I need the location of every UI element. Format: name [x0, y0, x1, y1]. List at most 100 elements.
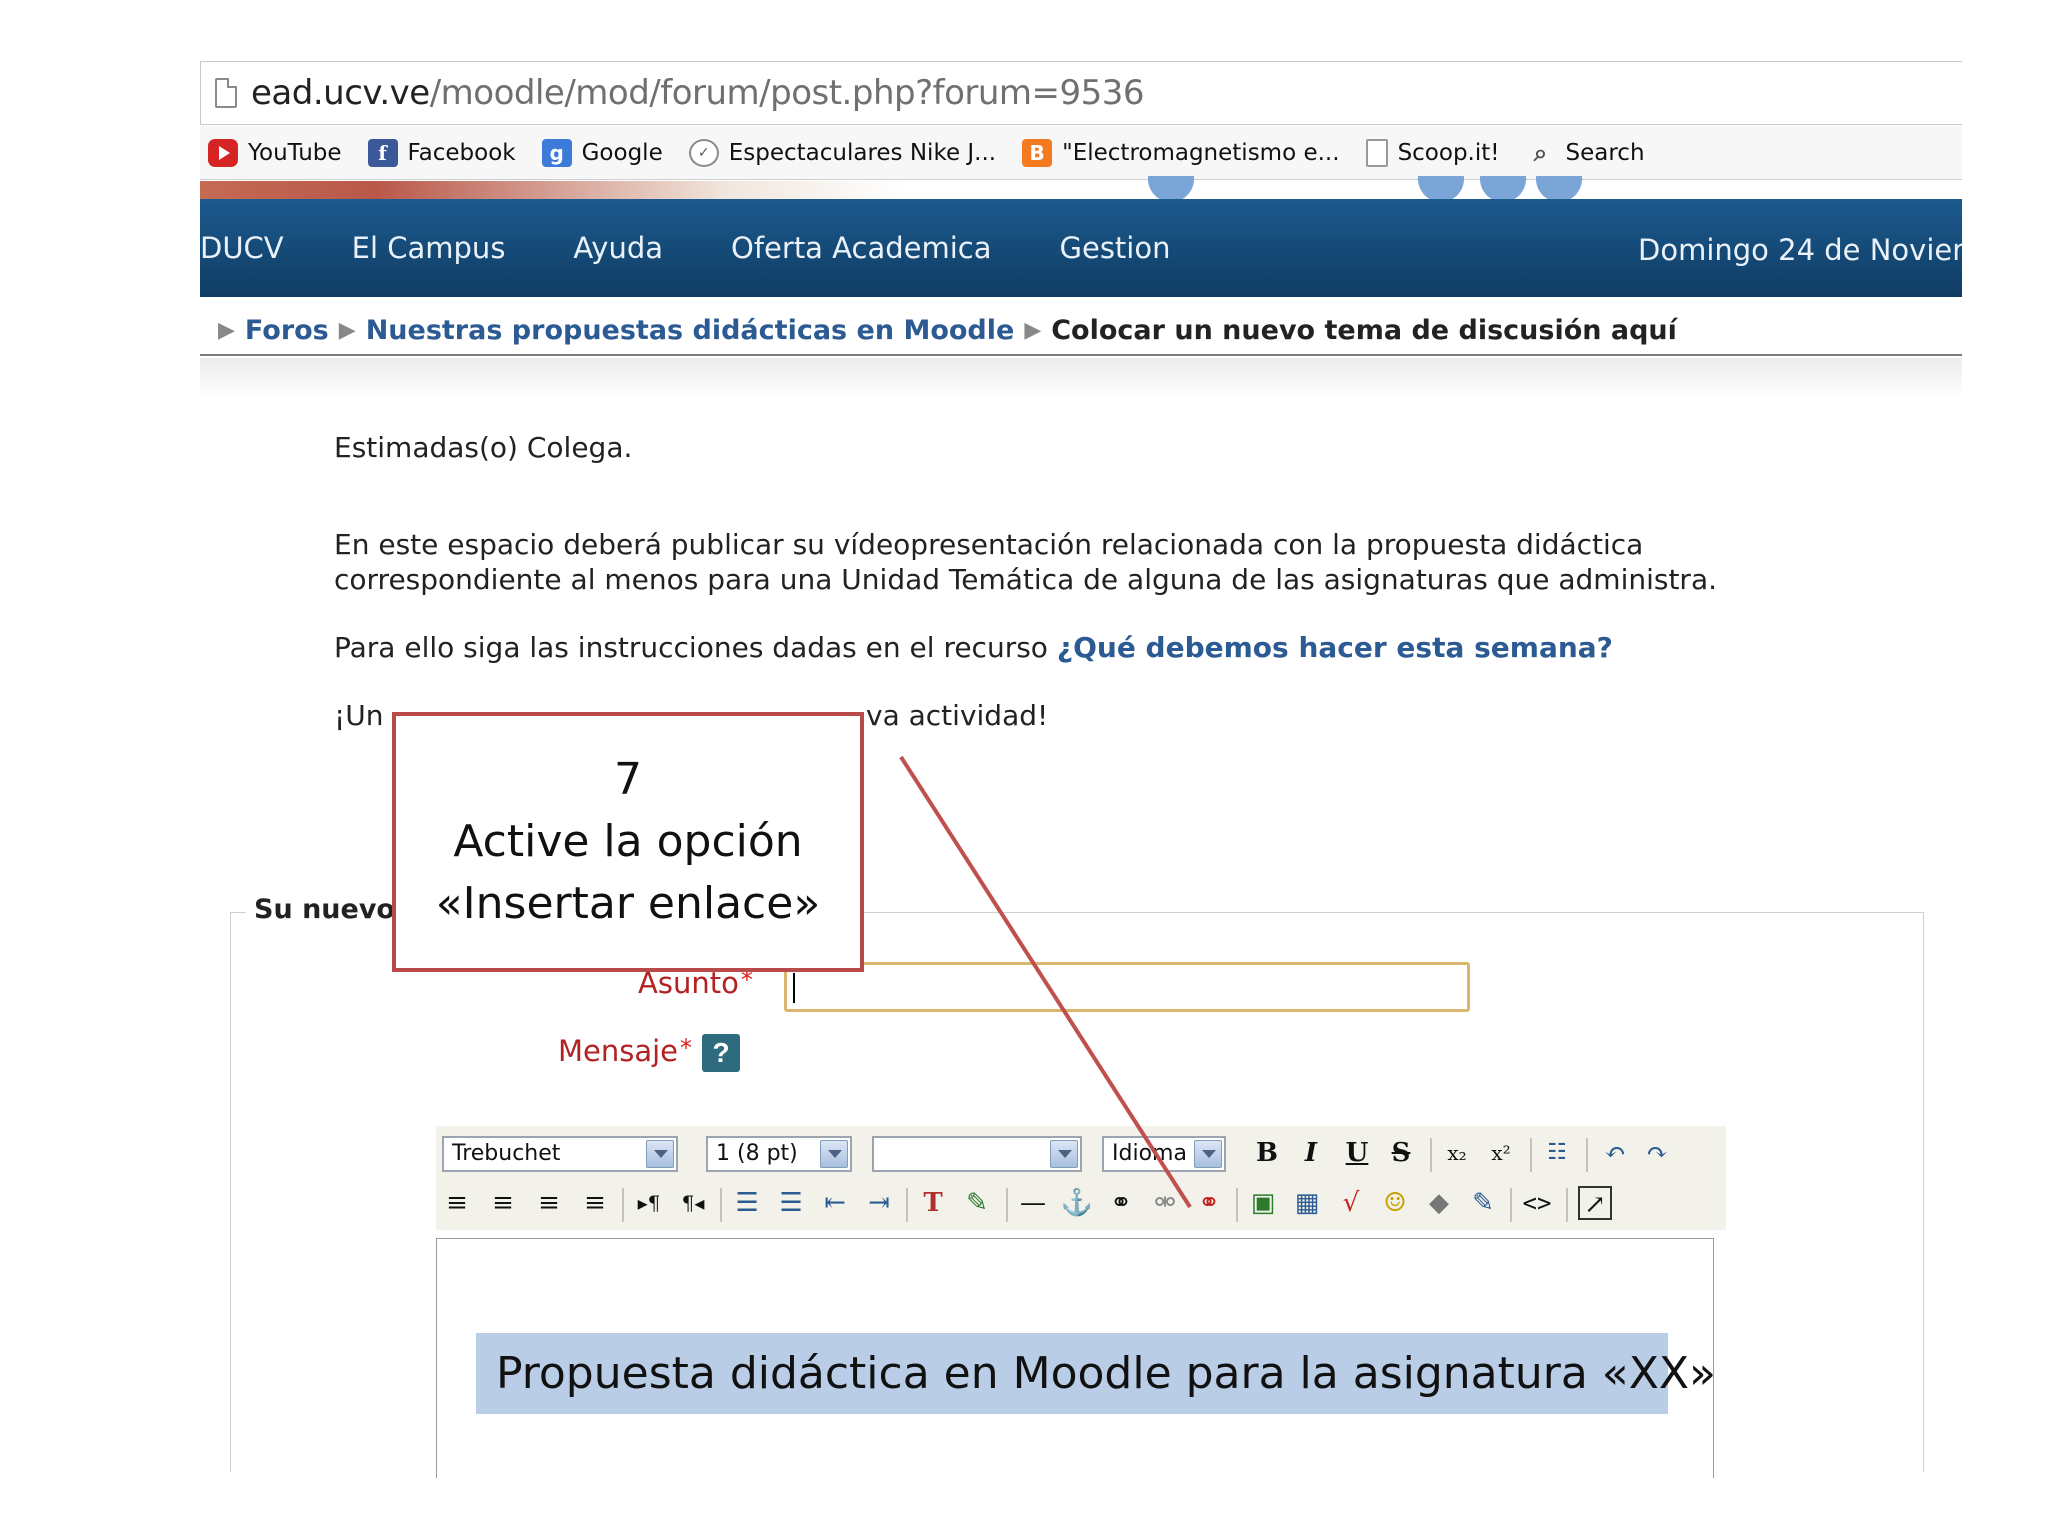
bold-button[interactable]: B: [1250, 1136, 1284, 1170]
nav-item-oferta-academica[interactable]: Oferta Academica: [731, 231, 991, 265]
italic-button[interactable]: I: [1294, 1136, 1328, 1170]
address-bar[interactable]: ead.ucv.ve/moodle/mod/forum/post.php?for…: [200, 61, 1962, 125]
fieldset-legend: Su nuevo: [246, 894, 403, 925]
breadcrumb-current: Colocar un nuevo tema de discusión aquí: [1051, 314, 1677, 346]
subscript-icon[interactable]: x₂: [1440, 1136, 1474, 1170]
nav-item-gestion[interactable]: Gestion: [1060, 231, 1171, 265]
indent-icon[interactable]: ⇥: [862, 1186, 896, 1220]
breadcrumb-forum[interactable]: Nuestras propuestas didácticas en Moodle: [366, 315, 1015, 346]
html-source-icon[interactable]: <>: [1520, 1186, 1554, 1220]
current-date: Domingo 24 de Noviemb: [1638, 233, 1962, 267]
bookmark-youtube[interactable]: YouTube: [208, 138, 342, 167]
font-family-value: Trebuchet: [452, 1141, 561, 1166]
language-select[interactable]: Idioma: [1102, 1136, 1226, 1172]
subject-input[interactable]: [784, 962, 1470, 1012]
remove-link-icon[interactable]: ⚮: [1148, 1186, 1182, 1220]
toolbar-separator: [1430, 1138, 1432, 1172]
toolbar-separator: [906, 1188, 908, 1222]
instructions-link[interactable]: ¿Qué debemos hacer esta semana?: [1057, 631, 1613, 664]
chevron-down-icon: [1050, 1140, 1078, 1168]
font-size-value: 1 (8 pt): [716, 1141, 798, 1166]
nav-item-educv[interactable]: DUCV: [200, 231, 284, 265]
message-label-text: Mensaje: [558, 1034, 679, 1068]
chevron-down-icon: [820, 1140, 848, 1168]
bookmarks-bar: YouTube f Facebook g Google ✓ Espectaculare…: [200, 126, 1962, 180]
search-icon: ⌕: [1533, 138, 1548, 167]
strikethrough-button[interactable]: S: [1384, 1136, 1418, 1170]
intro-paragraph-line1: En este espacio deberá publicar su vídeo…: [334, 528, 1644, 561]
toolbar-separator: [1586, 1138, 1588, 1172]
bookmark-search[interactable]: ⌕ Search: [1526, 139, 1645, 167]
breadcrumb-arrow-icon: ▶: [218, 317, 235, 343]
page-icon: [215, 78, 237, 108]
outdent-icon[interactable]: ⇤: [818, 1186, 852, 1220]
smiley-icon[interactable]: ☺: [1378, 1186, 1412, 1220]
nike-icon: ✓: [688, 138, 719, 167]
superscript-icon[interactable]: x²: [1484, 1136, 1518, 1170]
intro-instructions: Para ello siga las instrucciones dadas e…: [334, 630, 1613, 665]
nav-item-ayuda[interactable]: Ayuda: [573, 231, 663, 265]
toolbar-separator: [1566, 1188, 1568, 1222]
font-size-select[interactable]: 1 (8 pt): [706, 1136, 852, 1172]
toolbar-separator: [1530, 1138, 1532, 1172]
background-color-icon[interactable]: ✎: [960, 1186, 994, 1220]
underline-button[interactable]: U: [1340, 1136, 1374, 1170]
align-right-icon[interactable]: ≡: [532, 1186, 566, 1220]
bookmark-label: YouTube: [248, 139, 342, 166]
breadcrumb-arrow-icon: ▶: [1024, 317, 1042, 343]
editor-toolbar: Trebuchet 1 (8 pt) Idioma B I U S x₂ x² …: [436, 1126, 1726, 1230]
insert-link-icon[interactable]: ⚭: [1104, 1186, 1138, 1220]
instructions-text: Para ello siga las instrucciones dadas e…: [334, 631, 1057, 664]
nolink-icon[interactable]: ⚭: [1192, 1186, 1226, 1220]
breadcrumb-shadow: [200, 358, 1962, 398]
bookmark-label: Facebook: [407, 139, 516, 166]
undo-icon[interactable]: ↶: [1598, 1136, 1632, 1170]
google-icon: g: [541, 138, 572, 167]
text-color-icon[interactable]: T: [916, 1186, 950, 1220]
bookmark-facebook[interactable]: f Facebook: [367, 138, 516, 167]
bookmark-google[interactable]: g Google: [541, 138, 663, 167]
url-domain: ead.ucv.ve: [251, 73, 430, 113]
toolbar-separator: [1510, 1188, 1512, 1222]
url-path: /moodle/mod/forum/post.php?forum=9536: [429, 73, 1145, 113]
search-replace-icon[interactable]: ✎: [1466, 1186, 1500, 1220]
intro-greeting: Estimadas(o) Colega.: [334, 431, 633, 464]
ordered-list-icon[interactable]: ☰: [730, 1186, 764, 1220]
anchor-icon[interactable]: ⚓: [1060, 1186, 1094, 1220]
callout-line2: «Insertar enlace»: [435, 878, 821, 929]
align-center-icon[interactable]: ≡: [486, 1186, 520, 1220]
toolbar-separator: [622, 1188, 624, 1222]
breadcrumb-foros[interactable]: Foros: [245, 315, 329, 346]
font-family-select[interactable]: Trebuchet: [442, 1136, 678, 1172]
ltr-icon[interactable]: ▸¶: [632, 1186, 666, 1220]
insert-table-icon[interactable]: ▦: [1290, 1186, 1324, 1220]
breadcrumb: ▶ Foros ▶ Nuestras propuestas didácticas…: [200, 306, 1962, 356]
help-icon[interactable]: ?: [702, 1034, 740, 1072]
intro-closing-end: va actividad!: [866, 699, 1049, 732]
insert-image-icon[interactable]: ▣: [1246, 1186, 1280, 1220]
bookmark-label: Google: [581, 139, 663, 166]
fullscreen-icon[interactable]: ↗: [1578, 1186, 1612, 1220]
callout-box: 7 Active la opción «Insertar enlace»: [392, 712, 864, 972]
bookmark-electromagnetismo[interactable]: B "Electromagnetismo e...: [1022, 138, 1340, 167]
callout-step: 7: [614, 754, 642, 805]
unordered-list-icon[interactable]: ☰: [774, 1186, 808, 1220]
rtl-icon[interactable]: ¶◂: [676, 1186, 710, 1220]
bookmark-label: Search: [1565, 139, 1645, 166]
bookmark-label: Scoop.it!: [1397, 139, 1500, 166]
special-char-icon[interactable]: ◆: [1422, 1186, 1456, 1220]
callout-line1: Active la opción: [453, 816, 803, 867]
nav-item-el-campus[interactable]: El Campus: [352, 231, 506, 265]
format-select[interactable]: [872, 1136, 1082, 1172]
bookmark-nike[interactable]: ✓ Espectaculares Nike J...: [688, 138, 996, 167]
chevron-down-icon: [646, 1140, 674, 1168]
bookmark-label: "Electromagnetismo e...: [1062, 139, 1340, 166]
clean-word-icon[interactable]: ☷: [1540, 1136, 1574, 1170]
align-left-icon[interactable]: ≡: [440, 1186, 474, 1220]
equation-icon[interactable]: √: [1334, 1186, 1368, 1220]
bookmark-scoopit[interactable]: Scoop.it!: [1365, 138, 1500, 167]
redo-icon[interactable]: ↷: [1640, 1136, 1674, 1170]
horizontal-rule-icon[interactable]: —: [1016, 1186, 1050, 1220]
intro-paragraph-line2: correspondiente al menos para una Unidad…: [334, 563, 1718, 596]
align-justify-icon[interactable]: ≡: [578, 1186, 612, 1220]
